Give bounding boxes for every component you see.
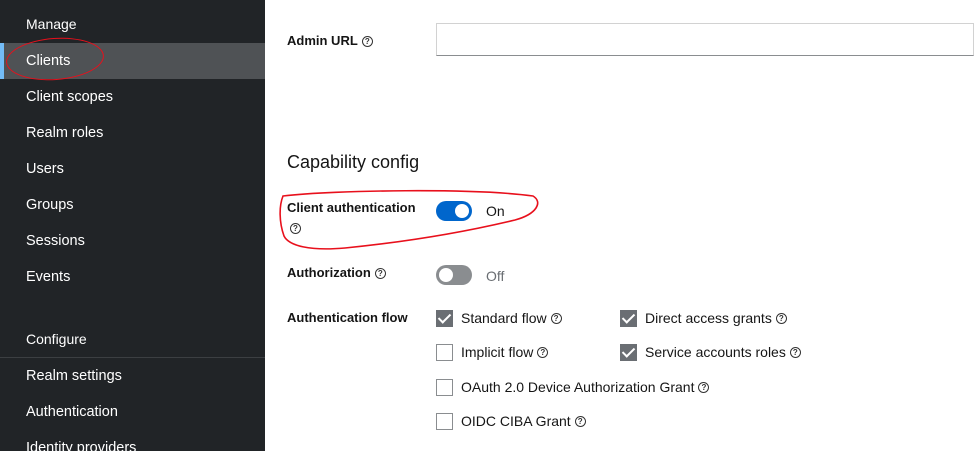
help-icon[interactable]: ? bbox=[374, 268, 386, 280]
service-accounts-roles-checkbox[interactable] bbox=[620, 343, 637, 361]
sidebar-item-authentication[interactable]: Authentication bbox=[0, 394, 265, 430]
capability-config-heading: Capability config bbox=[287, 152, 420, 172]
sidebar-item-label: Authentication bbox=[26, 404, 118, 420]
sidebar: Manage Clients Client scopes Realm roles… bbox=[0, 0, 265, 456]
help-icon[interactable]: ? bbox=[698, 381, 710, 393]
toggle-knob bbox=[439, 268, 453, 282]
sidebar-item-label: Realm settings bbox=[26, 368, 122, 384]
help-icon[interactable]: ? bbox=[574, 415, 586, 427]
oidc-ciba-grant-label: OIDC CIBA Grant bbox=[461, 413, 571, 429]
oauth-device-grant-checkbox[interactable] bbox=[436, 378, 453, 396]
section-title-configure: Configure bbox=[26, 331, 87, 347]
sidebar-item-label: Realm roles bbox=[26, 125, 104, 141]
sidebar-item-label: Events bbox=[26, 269, 71, 285]
authorization-state: Off bbox=[486, 268, 505, 284]
implicit-flow-checkbox[interactable] bbox=[436, 343, 453, 361]
sidebar-item-groups[interactable]: Groups bbox=[0, 187, 265, 223]
direct-access-grants-label: Direct access grants bbox=[645, 310, 772, 326]
sidebar-item-label: Client scopes bbox=[26, 89, 114, 105]
implicit-flow-option[interactable]: Implicit flow? bbox=[436, 342, 549, 362]
standard-flow-label: Standard flow bbox=[461, 310, 547, 326]
sidebar-item-label: Groups bbox=[26, 197, 74, 213]
sidebar-item-label: Sessions bbox=[26, 233, 85, 249]
section-title-manage: Manage bbox=[26, 16, 77, 32]
admin-url-label: Admin URL? bbox=[287, 33, 373, 48]
sidebar-item-label: Identity providers bbox=[26, 440, 137, 456]
auth-flow-label: Authentication flow bbox=[287, 310, 408, 325]
sidebar-item-label: Clients bbox=[26, 53, 71, 69]
oauth-device-grant-label: OAuth 2.0 Device Authorization Grant bbox=[461, 379, 695, 395]
admin-url-input[interactable] bbox=[436, 23, 974, 56]
annotation-circle-client-auth bbox=[279, 189, 539, 250]
sidebar-item-client-scopes[interactable]: Client scopes bbox=[0, 79, 265, 115]
sidebar-item-realm-settings[interactable]: Realm settings bbox=[0, 358, 265, 394]
help-icon[interactable]: ? bbox=[361, 36, 373, 48]
help-icon[interactable]: ? bbox=[537, 346, 549, 358]
oidc-ciba-grant-checkbox[interactable] bbox=[436, 412, 453, 430]
direct-access-grants-option[interactable]: Direct access grants? bbox=[620, 308, 787, 328]
authorization-toggle[interactable] bbox=[436, 265, 472, 285]
oauth-device-grant-option[interactable]: OAuth 2.0 Device Authorization Grant? bbox=[436, 377, 710, 397]
authorization-label-text: Authorization bbox=[287, 265, 371, 280]
sidebar-item-identity-providers[interactable]: Identity providers bbox=[0, 430, 265, 466]
authorization-label: Authorization? bbox=[287, 265, 386, 280]
service-accounts-roles-option[interactable]: Service accounts roles? bbox=[620, 342, 801, 362]
sidebar-item-label: Users bbox=[26, 161, 64, 177]
implicit-flow-label: Implicit flow bbox=[461, 344, 534, 360]
sidebar-item-realm-roles[interactable]: Realm roles bbox=[0, 115, 265, 151]
sidebar-item-clients[interactable]: Clients bbox=[0, 43, 265, 79]
standard-flow-option[interactable]: Standard flow? bbox=[436, 308, 562, 328]
standard-flow-checkbox[interactable] bbox=[436, 309, 453, 327]
service-accounts-roles-label: Service accounts roles bbox=[645, 344, 786, 360]
direct-access-grants-checkbox[interactable] bbox=[620, 309, 637, 327]
help-icon[interactable]: ? bbox=[550, 312, 562, 324]
sidebar-item-sessions[interactable]: Sessions bbox=[0, 223, 265, 259]
oidc-ciba-grant-option[interactable]: OIDC CIBA Grant? bbox=[436, 411, 586, 431]
sidebar-item-users[interactable]: Users bbox=[0, 151, 265, 187]
help-icon[interactable]: ? bbox=[789, 346, 801, 358]
client-settings-form: Admin URL? Capability config Client auth… bbox=[265, 0, 975, 451]
sidebar-item-events[interactable]: Events bbox=[0, 259, 265, 295]
help-icon[interactable]: ? bbox=[775, 312, 787, 324]
admin-url-label-text: Admin URL bbox=[287, 33, 358, 48]
